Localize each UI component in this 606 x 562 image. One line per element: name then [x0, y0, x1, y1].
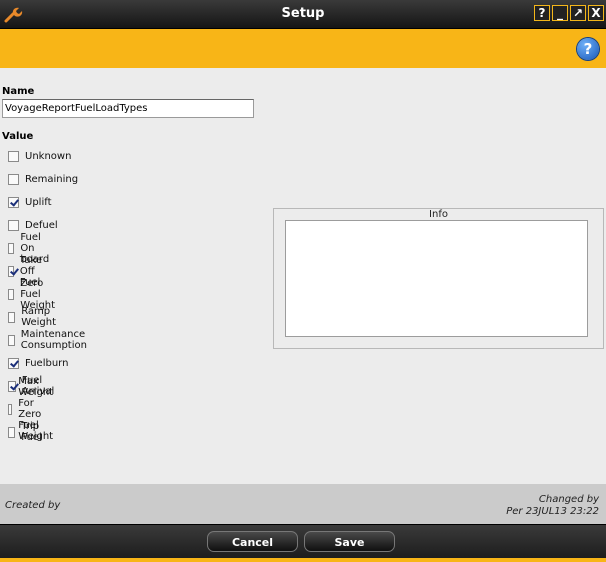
value-option-maintenance-consumption[interactable]: Maintenance Consumption: [8, 329, 91, 351]
checkbox[interactable]: [8, 334, 15, 346]
checkbox[interactable]: [8, 196, 19, 208]
info-label: Info: [426, 209, 451, 220]
setup-form: Name Value Unknown Remaining Uplift Defu…: [0, 68, 606, 484]
window-help-button[interactable]: ?: [534, 5, 550, 21]
maximize-button[interactable]: ↗: [570, 5, 586, 21]
name-label: Name: [2, 86, 35, 97]
checkbox[interactable]: [8, 265, 14, 277]
changed-detail: Per 23JUL13 23:22: [506, 506, 599, 517]
title-bar: Setup ? _ ↗ X: [0, 0, 606, 29]
audit-footer: Created by Changed by Per 23JUL13 23:22: [0, 484, 606, 524]
save-button[interactable]: Save: [304, 531, 395, 552]
info-textarea[interactable]: [285, 220, 588, 337]
value-option-unknown[interactable]: Unknown: [8, 148, 71, 164]
created-by: Created by: [5, 500, 61, 511]
checkbox[interactable]: [8, 173, 19, 185]
checkbox[interactable]: [8, 426, 16, 438]
value-label: Value: [2, 131, 34, 142]
value-option-zero-fuel-weight[interactable]: Zero Fuel Weight: [8, 278, 60, 311]
checkbox[interactable]: [8, 311, 16, 323]
checkbox[interactable]: [8, 219, 19, 231]
checkbox[interactable]: [8, 380, 16, 392]
window-controls: ? _ ↗ X: [534, 5, 604, 21]
checkbox[interactable]: [8, 242, 15, 254]
cancel-button[interactable]: Cancel: [207, 531, 298, 552]
checkbox[interactable]: [8, 150, 19, 162]
checkbox[interactable]: [8, 288, 15, 300]
value-option-max-weight-zero-fuel[interactable]: Max Weight For Zero Fuel Weight: [8, 376, 60, 442]
accent-stripe: [0, 558, 606, 562]
info-group: Info: [273, 208, 604, 349]
value-option-ramp-weight[interactable]: Ramp Weight: [8, 306, 60, 328]
changed-by: Changed by Per 23JUL13 23:22: [506, 494, 599, 517]
toolbar: ?: [0, 29, 606, 68]
window-title: Setup: [281, 6, 325, 21]
checkbox[interactable]: [8, 357, 19, 369]
checkbox[interactable]: [8, 403, 13, 415]
close-button[interactable]: X: [588, 5, 604, 21]
value-option-trip-fuel[interactable]: Trip Fuel: [8, 421, 45, 443]
action-bar: Cancel Save: [0, 524, 606, 562]
value-option-uplift[interactable]: Uplift: [8, 194, 52, 210]
minimize-button[interactable]: _: [552, 5, 568, 21]
value-option-remaining[interactable]: Remaining: [8, 171, 78, 187]
value-option-fuelburn[interactable]: Fuelburn: [8, 355, 68, 371]
name-input[interactable]: [2, 99, 254, 118]
help-icon[interactable]: ?: [577, 38, 599, 60]
